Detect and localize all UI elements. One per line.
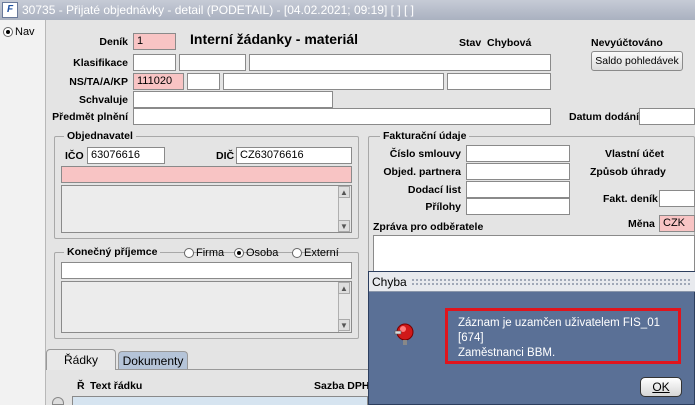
predmet-plneni-label: Předmět plnění: [52, 111, 128, 123]
datum-dodani-label: Datum dodání: [569, 111, 639, 123]
klasifikace-field-3[interactable]: [249, 54, 551, 71]
dialog-title: Chyba: [372, 275, 407, 289]
prijemce-scroll-down-icon[interactable]: ▼: [338, 319, 350, 331]
ok-button[interactable]: OK: [640, 377, 682, 397]
error-message-box: Záznam je uzamčen uživatelem FIS_01 [674…: [445, 308, 681, 364]
firma-label: Firma: [196, 247, 225, 259]
prijemce-scroll-up-icon[interactable]: ▲: [338, 282, 350, 294]
objednavatel-legend: Objednavatel: [64, 130, 136, 142]
error-message-line1: Záznam je uzamčen uživatelem FIS_01 [674…: [458, 317, 660, 344]
externi-label: Externí: [304, 247, 339, 259]
schvaluje-field[interactable]: [133, 91, 333, 108]
a-field[interactable]: [223, 73, 444, 90]
objednavatel-name-field[interactable]: [61, 166, 352, 183]
cislo-smlouvy-field[interactable]: [466, 145, 570, 162]
prijemce-address-area[interactable]: [61, 281, 352, 333]
tab-dokumenty[interactable]: Dokumenty: [118, 351, 188, 369]
zpusob-uhrady-label: Způsob úhrady: [590, 166, 666, 178]
row-selector-icon[interactable]: [52, 397, 64, 405]
mena-field[interactable]: CZK: [659, 215, 695, 232]
objed-partnera-field[interactable]: [466, 163, 570, 180]
ico-label: IČO: [65, 150, 84, 162]
klasifikace-field-1[interactable]: [133, 54, 176, 71]
osoba-label: Osoba: [246, 247, 279, 259]
window-title-bar: 30735 - Přijaté objednávky - detail (POD…: [0, 0, 695, 20]
title-bar-grip: [411, 278, 691, 286]
ico-field[interactable]: 63076616: [87, 147, 165, 164]
klasifikace-field-2[interactable]: [179, 54, 246, 71]
nav-radio-button[interactable]: [3, 27, 13, 37]
column-r-header: Ř: [77, 380, 85, 392]
fakt-denik-label: Fakt. deník: [603, 193, 658, 205]
vlastni-ucet-label: Vlastní účet: [605, 148, 664, 160]
ns-field[interactable]: 111020: [133, 73, 184, 90]
ok-button-label: OK: [652, 380, 670, 394]
stav-label: Stav: [459, 37, 482, 49]
externi-radio[interactable]: [292, 248, 302, 258]
dic-label: DIČ: [216, 150, 235, 162]
objed-partnera-label: Objed. partnera: [383, 166, 461, 178]
predmet-plneni-field[interactable]: [133, 108, 551, 125]
kp-field[interactable]: [447, 73, 551, 90]
fakt-denik-field[interactable]: [659, 190, 695, 207]
app-logo-icon: F: [2, 2, 18, 18]
alarm-bell-icon: [394, 323, 414, 345]
form-title: Interní žádanky - materiál: [190, 31, 359, 47]
cislo-smlouvy-label: Číslo smlouvy: [389, 148, 461, 160]
saldo-pohledavek-button[interactable]: Saldo pohledávek: [591, 51, 683, 71]
column-sazba-dph-header: Sazba DPH: [314, 380, 370, 392]
fakturacni-udaje-legend: Fakturační údaje: [380, 130, 470, 142]
objednavatel-address-area[interactable]: [61, 185, 352, 233]
prilohy-label: Přílohy: [425, 201, 461, 213]
ta-field[interactable]: [187, 73, 220, 90]
konecny-prijemce-legend: Konečný příjemce: [64, 246, 161, 258]
dodaci-list-field[interactable]: [466, 181, 570, 198]
scroll-up-icon[interactable]: ▲: [338, 186, 350, 198]
ns-ta-a-kp-label: NS/TA/A/KP: [69, 76, 128, 88]
dic-field[interactable]: CZ63076616: [236, 147, 352, 164]
osoba-radio[interactable]: [234, 248, 244, 258]
schvaluje-label: Schvaluje: [78, 94, 128, 106]
zprava-pro-odberatele-field[interactable]: [373, 235, 695, 275]
tab-radky[interactable]: Řádky: [46, 349, 116, 370]
denik-label: Deník: [99, 36, 128, 48]
nevyuctovano-label: Nevyúčtováno: [591, 37, 663, 49]
dodaci-list-label: Dodací list: [407, 184, 461, 196]
nav-radio-label: Nav: [15, 26, 35, 38]
zprava-pro-odberatele-label: Zpráva pro odběratele: [373, 221, 484, 233]
scroll-down-icon[interactable]: ▼: [338, 220, 350, 232]
error-message-line2: Zaměstnanci BBM.: [458, 347, 556, 359]
stav-value: Chybová: [487, 37, 532, 49]
column-text-radku-header: Text řádku: [90, 380, 143, 392]
table-row[interactable]: [72, 396, 368, 405]
klasifikace-label: Klasifikace: [73, 57, 128, 69]
firma-radio[interactable]: [184, 248, 194, 258]
datum-dodani-field[interactable]: [639, 108, 695, 125]
error-dialog: Chyba Záznam je uzamčen uživatelem FIS_0…: [368, 271, 695, 405]
mena-label: Měna: [628, 218, 655, 230]
prilohy-field[interactable]: [466, 198, 570, 215]
prijemce-name-field[interactable]: [61, 262, 352, 279]
denik-field[interactable]: 1: [133, 33, 176, 50]
